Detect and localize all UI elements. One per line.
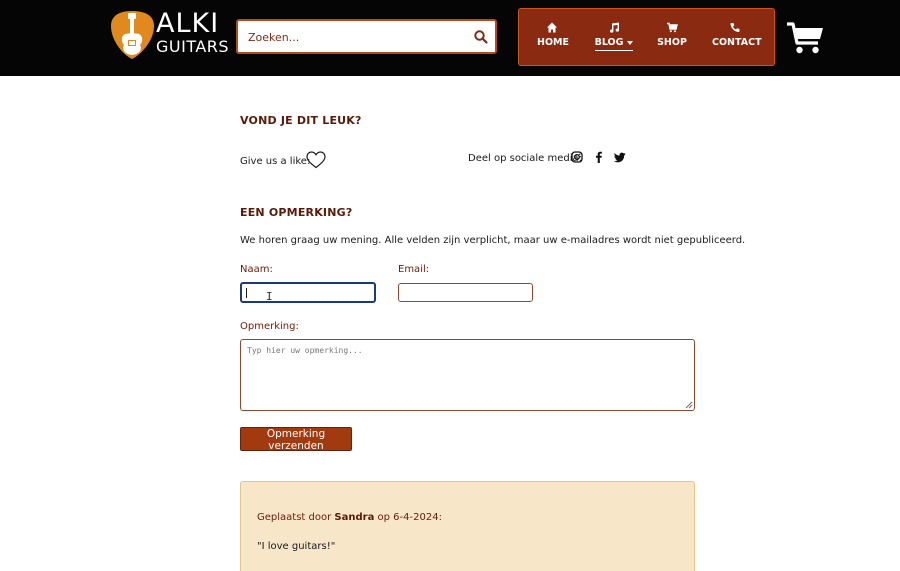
text-cursor	[246, 288, 247, 298]
like-label: Give us a like:	[240, 156, 311, 167]
email-field[interactable]	[398, 283, 533, 302]
logo-line1: ALKI	[156, 8, 220, 39]
nav-shop[interactable]: SHOP	[657, 21, 687, 48]
comment-author: Sandra	[334, 512, 375, 523]
nav-blog-label: BLOG	[594, 37, 634, 51]
chevron-down-icon	[627, 40, 634, 45]
facebook-icon[interactable]	[593, 151, 605, 163]
home-icon	[547, 22, 557, 33]
nav-blog-text: BLOG	[594, 37, 624, 48]
name-field[interactable]: I	[240, 282, 376, 303]
nav-contact-label: CONTACT	[712, 37, 762, 48]
like-heading: VOND JE DIT LEUK?	[240, 114, 362, 127]
nav-shop-label: SHOP	[657, 37, 687, 48]
phone-icon	[730, 23, 740, 33]
nav-contact[interactable]: CONTACT	[712, 21, 762, 48]
comment-text: "I love guitars!"	[257, 541, 336, 552]
instagram-icon[interactable]	[571, 151, 583, 163]
comment-middle: op	[377, 512, 390, 523]
logo-wordmark: ALKI GUITARS	[156, 10, 229, 56]
main-nav: HOME BLOG SHOP CONTACT	[518, 8, 775, 66]
comment-meta: Geplaatst door Sandra op 6-4-2024:	[257, 512, 442, 523]
nav-blog[interactable]: BLOG	[594, 21, 634, 51]
comment-intro: We horen graag uw mening. Alle velden zi…	[240, 235, 746, 246]
comment-date: 6-4-2024:	[393, 512, 442, 523]
search-icon[interactable]	[473, 29, 489, 45]
site-logo[interactable]: ALKI GUITARS	[110, 8, 229, 60]
ibeam-cursor-icon: I	[266, 290, 273, 303]
comment-label: Opmerking:	[240, 321, 299, 332]
cart-icon	[667, 22, 678, 33]
logo-line2: GUITARS	[156, 37, 230, 56]
comment-heading: EEN OPMERKING?	[240, 206, 353, 219]
guitar-pick-logo-icon	[111, 11, 154, 59]
email-label: Email:	[398, 264, 430, 275]
resize-handle-icon[interactable]	[684, 400, 693, 409]
comment-textarea[interactable]	[240, 339, 695, 411]
search-bar	[236, 19, 497, 54]
music-note-icon	[610, 22, 620, 33]
comment-card: Geplaatst door Sandra op 6-4-2024: "I lo…	[240, 481, 695, 571]
nav-home[interactable]: HOME	[537, 21, 569, 48]
search-input[interactable]	[248, 27, 463, 47]
comment-prefix: Geplaatst door	[257, 512, 332, 523]
name-label: Naam:	[240, 264, 273, 275]
shopping-cart-icon[interactable]	[786, 20, 824, 56]
submit-comment-button[interactable]: Opmerking verzenden	[240, 427, 352, 452]
share-label: Deel op sociale media:	[468, 153, 582, 164]
twitter-icon[interactable]	[614, 151, 626, 163]
heart-icon[interactable]	[306, 151, 326, 169]
site-header: ALKI GUITARS HOME BLOG	[0, 0, 900, 76]
nav-home-label: HOME	[537, 37, 569, 48]
